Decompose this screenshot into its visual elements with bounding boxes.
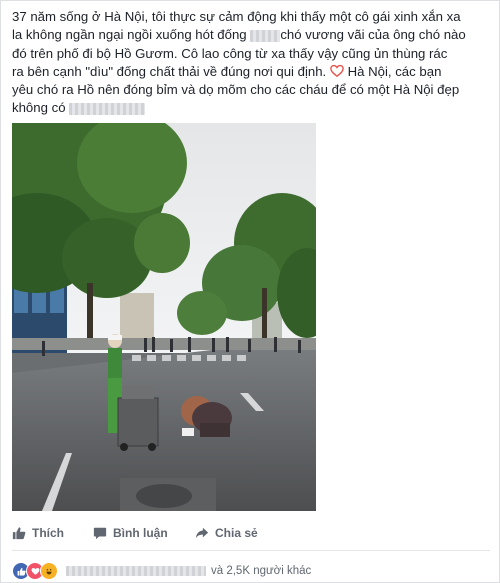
post-text-line: 37 năm sống ở Hà Nội, tôi thực sự cảm độ… (12, 9, 461, 24)
post-text-line: yêu chó ra Hồ nên đóng bỉm và dọ mõm cho… (12, 82, 460, 98)
censored-word (69, 103, 146, 115)
post-photo[interactable] (12, 123, 316, 511)
like-label: Thích (32, 526, 64, 540)
like-button[interactable]: Thích (12, 526, 64, 540)
comment-button[interactable]: Bình luận (93, 526, 168, 540)
post-text-fragment: không có (12, 100, 66, 116)
post-text-fragment: la không ngần ngại ngồi xuống hót đống (12, 27, 247, 43)
share-arrow-icon (195, 527, 209, 539)
reactions-count: và 2,5K người khác (211, 565, 312, 577)
reactor-names-censored (66, 566, 206, 576)
post-text-line: ra bên cạnh "dìu" đống chất thải về đúng… (12, 63, 492, 81)
haha-icon (40, 562, 58, 580)
thumbs-up-icon (12, 527, 26, 540)
facebook-post-card: 37 năm sống ở Hà Nội, tôi thực sự cảm độ… (0, 0, 500, 583)
post-text-fragment: ra bên cạnh "dìu" đống chất thải về đúng… (12, 63, 327, 79)
post-text: 37 năm sống ở Hà Nội, tôi thực sự cảm độ… (12, 8, 492, 118)
post-text-line: la không ngần ngại ngồi xuống hót đống c… (12, 26, 492, 44)
heart-emoji-icon (330, 64, 344, 78)
censored-word (250, 29, 281, 42)
comment-icon (93, 527, 107, 540)
post-actions-bar: Thích Bình luận Chia sẻ (12, 522, 490, 551)
share-button[interactable]: Chia sẻ (195, 526, 258, 540)
share-label: Chia sẻ (215, 526, 258, 540)
post-text-fragment: chó vương vãi của ông chó nào (280, 27, 466, 43)
street-scene-image (12, 123, 316, 511)
post-text-fragment: Hà Nội, các bạn (347, 63, 442, 79)
reactions-summary[interactable]: và 2,5K người khác (12, 561, 490, 581)
post-text-line: đó trên phố đi bộ Hồ Gươm. Cô lao công t… (12, 45, 448, 61)
post-text-line: không có (12, 99, 492, 117)
comment-label: Bình luận (113, 526, 168, 540)
